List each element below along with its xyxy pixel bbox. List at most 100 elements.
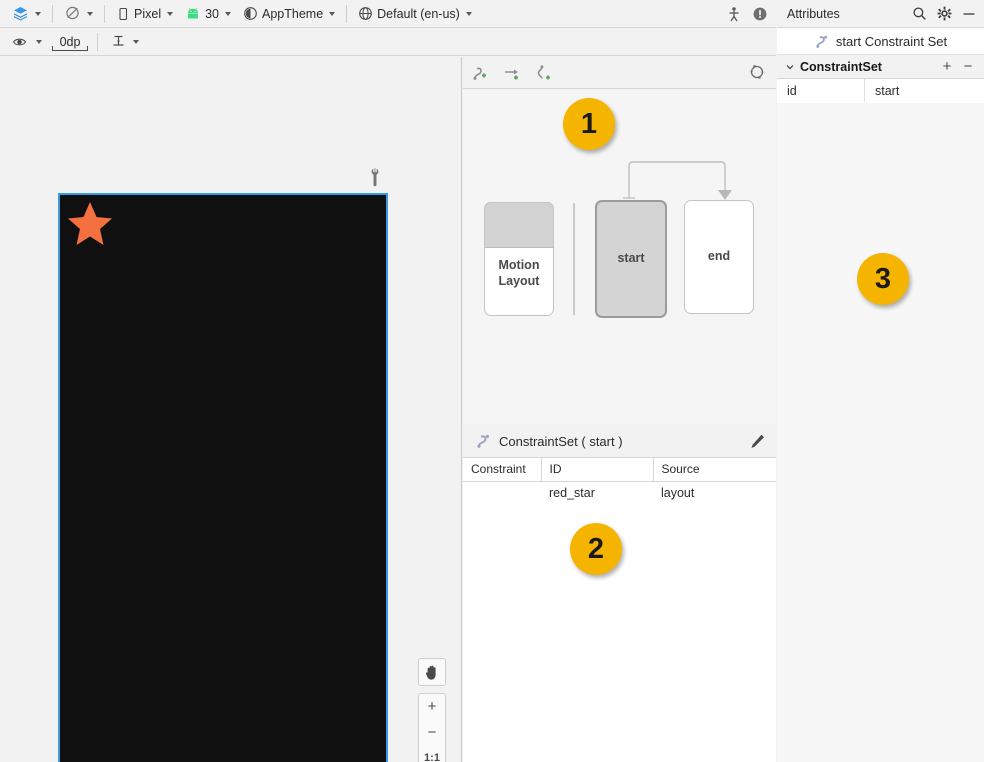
add-constraintset-icon[interactable] <box>471 64 491 82</box>
eye-visibility-icon <box>12 35 30 49</box>
constraintset-icon <box>814 34 830 49</box>
device-label: Pixel <box>134 7 161 21</box>
chevron-down-icon <box>466 12 472 16</box>
add-attribute-button[interactable]: + <box>939 59 955 74</box>
chevron-down-icon <box>133 40 139 44</box>
pan-tool-button[interactable] <box>418 658 446 686</box>
constraintset-node-start[interactable]: start <box>595 200 667 318</box>
constraintset-node-end-label: end <box>708 249 730 265</box>
device-preview-frame[interactable] <box>58 193 388 762</box>
table-header-row: Constraint ID Source <box>463 458 776 482</box>
visibility-dropdown[interactable] <box>6 31 48 53</box>
cell-id: red_star <box>541 482 653 506</box>
design-sub-toolbar: 0dp <box>0 28 776 56</box>
motion-editor-canvas: Motion Layout start end <box>463 90 776 424</box>
baseline-constraint-dropdown[interactable] <box>105 31 145 53</box>
refresh-cycle-icon[interactable] <box>748 63 766 81</box>
theme-label: AppTheme <box>262 7 323 21</box>
motion-editor-divider <box>573 203 575 315</box>
accessibility-icon[interactable] <box>726 6 742 23</box>
actual-size-button[interactable]: 1:1 <box>418 745 446 762</box>
chevron-down-icon <box>167 12 173 16</box>
motion-layout-node-label: Motion Layout <box>499 228 540 289</box>
android-icon <box>185 7 201 21</box>
constraintset-panel-header: ConstraintSet ( start ) <box>463 425 776 458</box>
annotation-badge-2: 2 <box>570 523 622 575</box>
api-level-label: 30 <box>205 7 219 21</box>
wrench-icon[interactable] <box>367 167 383 187</box>
default-margin-widget[interactable]: 0dp <box>50 32 90 52</box>
toolbar-divider <box>346 5 347 23</box>
constraintset-table: Constraint ID Source red_star layout <box>463 458 776 505</box>
theme-selector[interactable]: AppTheme <box>237 3 341 25</box>
column-header-id[interactable]: ID <box>541 458 653 482</box>
locale-label: Default (en-us) <box>377 7 460 21</box>
attribute-row-id[interactable]: id start <box>777 79 984 103</box>
constraintset-node-start-label: start <box>617 251 644 267</box>
star-icon[interactable] <box>66 201 114 247</box>
toolbar-divider <box>104 5 105 23</box>
layers-icon <box>12 5 29 22</box>
pencil-edit-icon[interactable] <box>749 433 766 450</box>
warning-issues-icon[interactable] <box>752 6 768 22</box>
layers-dropdown[interactable] <box>6 3 47 25</box>
chevron-down-icon <box>36 40 42 44</box>
add-transition-icon[interactable] <box>503 64 523 82</box>
pan-hand-icon <box>424 664 440 681</box>
chevron-down-icon <box>225 12 231 16</box>
attributes-section-constraintset[interactable]: ConstraintSet + − <box>777 55 984 79</box>
attributes-section-title: ConstraintSet <box>800 60 882 74</box>
attributes-subtitle: start Constraint Set <box>836 34 947 49</box>
constraintset-node-end[interactable]: end <box>684 200 754 314</box>
toolbar-divider <box>52 5 53 23</box>
zoom-controls: + − 1:1 <box>418 693 446 762</box>
table-row[interactable]: red_star layout <box>463 482 776 506</box>
constraintset-icon <box>475 433 492 449</box>
constraintset-panel-title: ConstraintSet ( start ) <box>499 434 623 449</box>
zoom-out-button[interactable]: − <box>418 720 446 746</box>
motion-layout-label-line1: Motion <box>499 258 540 274</box>
annotation-badge-3: 3 <box>857 253 909 305</box>
locale-selector[interactable]: Default (en-us) <box>352 3 478 25</box>
toolbar-divider <box>97 33 98 51</box>
annotation-badge-1: 1 <box>563 98 615 150</box>
attributes-panel-title: Attributes <box>787 7 840 21</box>
toolbar-right-actions <box>726 0 776 28</box>
default-margin-value: 0dp <box>60 35 81 49</box>
motion-layout-node[interactable]: Motion Layout <box>484 202 554 316</box>
cell-source: layout <box>653 482 776 506</box>
chevron-down-icon[interactable] <box>785 62 795 72</box>
globe-icon <box>358 6 373 21</box>
cell-constraint <box>463 482 541 506</box>
column-header-source[interactable]: Source <box>653 458 776 482</box>
design-blueprint-toggle-icon <box>64 5 81 22</box>
motion-editor-toolbar <box>463 57 776 89</box>
add-onclick-icon[interactable] <box>535 64 555 82</box>
zoom-in-button[interactable]: + <box>418 694 446 720</box>
column-header-constraint[interactable]: Constraint <box>463 458 541 482</box>
constraintset-table-panel: ConstraintSet ( start ) Constraint ID So… <box>463 425 776 762</box>
baseline-constraint-icon <box>111 34 127 50</box>
minimize-icon[interactable] <box>962 7 976 21</box>
design-toolbar: Pixel 30 <box>0 0 776 28</box>
search-icon[interactable] <box>912 6 927 21</box>
attributes-panel-header: Attributes <box>777 0 984 28</box>
motion-editor-panel: Motion Layout start end <box>463 57 776 424</box>
attributes-panel: Attributes <box>777 0 984 762</box>
remove-attribute-button[interactable]: − <box>960 59 976 74</box>
design-surface: + − 1:1 <box>0 57 462 762</box>
attributes-subheader: start Constraint Set <box>777 28 984 55</box>
api-level-selector[interactable]: 30 <box>179 3 237 25</box>
gear-icon[interactable] <box>937 6 952 21</box>
theme-icon <box>243 6 258 21</box>
motion-layout-label-line2: Layout <box>499 274 540 290</box>
margin-underline <box>52 50 88 51</box>
device-selector[interactable]: Pixel <box>110 3 179 25</box>
attribute-value[interactable]: start <box>865 84 899 98</box>
attributes-panel-body <box>777 103 984 762</box>
android-studio-motion-editor: Pixel 30 <box>0 0 984 762</box>
phone-icon <box>116 7 130 21</box>
attribute-key: id <box>777 79 865 102</box>
blueprint-mode-toggle[interactable] <box>58 3 99 25</box>
chevron-down-icon <box>87 12 93 16</box>
